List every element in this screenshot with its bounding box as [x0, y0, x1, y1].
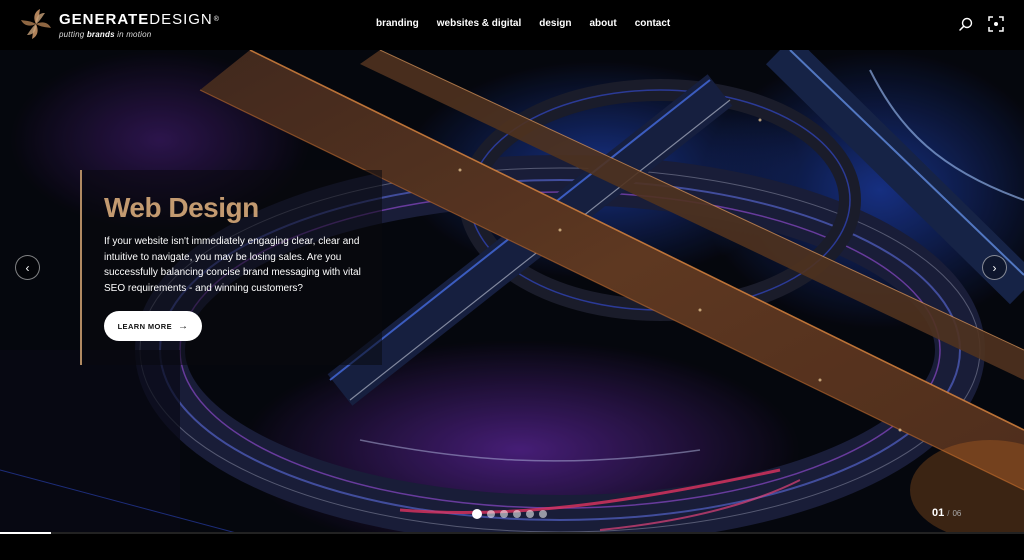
nav-item-about[interactable]: about: [589, 18, 616, 29]
nav-item-design[interactable]: design: [539, 18, 571, 29]
main-nav: branding websites & digital design about…: [376, 18, 688, 29]
nav-item-contact[interactable]: contact: [635, 18, 671, 29]
learn-more-label: LEARN MORE: [117, 321, 172, 331]
chevron-right-icon: ›: [992, 260, 997, 275]
total-slides-number: 06: [952, 509, 962, 518]
slide-dot[interactable]: [500, 510, 508, 518]
current-slide-number: 01: [932, 507, 945, 519]
nav-item-websites-digital[interactable]: websites & digital: [437, 18, 521, 29]
slide-dots: [472, 509, 552, 519]
prev-slide-button[interactable]: ‹: [15, 255, 40, 280]
slide-dot[interactable]: [513, 510, 521, 518]
search-icon[interactable]: [958, 16, 974, 32]
tagline-part: in motion: [114, 30, 152, 39]
tagline-bold: brands: [86, 30, 115, 39]
slide-dot[interactable]: [539, 510, 547, 518]
slide-dot[interactable]: [472, 509, 482, 519]
logo-word-light: DESIGN: [149, 11, 213, 28]
counter-separator: /: [947, 509, 950, 518]
arrow-right-icon: →: [178, 320, 189, 332]
site-header: GENERATEDESIGN® putting brands in motion…: [0, 0, 1024, 50]
learn-more-button[interactable]: LEARN MORE →: [104, 311, 202, 341]
tagline-part: putting: [59, 30, 87, 39]
hero-slider: Web Design If your website isn't immedia…: [0, 50, 1024, 534]
nav-item-branding[interactable]: branding: [376, 18, 419, 29]
logo-tagline: putting brands in motion: [59, 30, 220, 39]
logo-wordmark: GENERATEDESIGN®: [59, 12, 220, 28]
slide-description: If your website isn't immediately engagi…: [104, 236, 361, 294]
slide-dot[interactable]: [526, 510, 534, 518]
next-slide-button[interactable]: ›: [982, 255, 1007, 280]
chevron-left-icon: ‹: [25, 260, 30, 275]
logo[interactable]: GENERATEDESIGN® putting brands in motion: [20, 8, 220, 40]
focus-frame-icon[interactable]: [988, 16, 1004, 32]
pinwheel-logo-icon: [21, 9, 51, 39]
registered-mark: ®: [213, 16, 220, 23]
logo-word-bold: GENERATE: [59, 11, 150, 28]
page-bottom-strip: [0, 534, 1024, 560]
slide-dot[interactable]: [487, 510, 495, 518]
slide-counter: 01/06: [932, 503, 961, 521]
slide-title: Web Design: [104, 192, 259, 223]
